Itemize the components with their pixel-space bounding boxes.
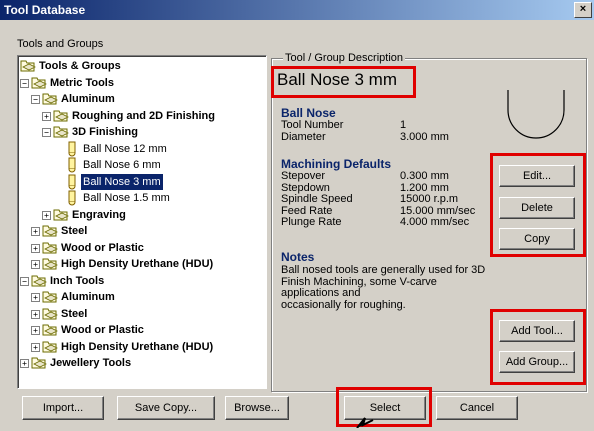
collapse-icon[interactable]: − — [42, 128, 51, 137]
folder-icon — [31, 355, 47, 371]
browse-button[interactable]: Browse... — [225, 396, 289, 420]
tree-node-label: 3D Finishing — [72, 126, 138, 138]
property-label: Stepover — [281, 170, 326, 182]
tree-node-label: Steel — [61, 307, 88, 320]
expand-icon[interactable]: + — [31, 326, 40, 335]
property-value: 15000 r.p.m — [400, 193, 459, 205]
folder-icon — [42, 223, 58, 239]
folder-icon — [42, 322, 58, 338]
notes-line: Ball nosed tools are generally used for … — [281, 264, 486, 276]
save-copy-button[interactable]: Save Copy... — [117, 396, 215, 420]
expand-icon[interactable]: + — [42, 210, 51, 220]
property-value: 1 — [400, 119, 407, 131]
folder-icon — [42, 339, 58, 355]
tree-node-label: Metric Tools — [50, 76, 114, 89]
property-label: Plunge Rate — [281, 216, 342, 228]
property-label: Feed Rate — [281, 204, 333, 217]
collapse-icon[interactable]: − — [20, 276, 29, 286]
tree-node-label: Jewellery Tools — [50, 357, 132, 369]
tool-icon — [64, 174, 80, 190]
folder-icon — [42, 289, 58, 305]
tree-node-label: Roughing and 2D Finishing — [72, 109, 215, 122]
cancel-button[interactable]: Cancel — [436, 396, 518, 420]
folder-icon — [53, 124, 69, 140]
property-value: 0.300 mm — [400, 170, 449, 182]
tool-icon — [64, 141, 80, 157]
machining-defaults-heading: Machining Defaults — [281, 157, 392, 171]
tree-node-label: Wood or Plastic — [61, 324, 144, 336]
close-icon[interactable]: × — [574, 2, 592, 18]
tool-type-heading: Ball Nose — [281, 106, 336, 120]
tree-node-label: High Density Urethane (HDU) — [61, 258, 214, 270]
notes-line: applications and — [281, 287, 361, 299]
expand-icon[interactable]: + — [31, 260, 40, 269]
expand-icon[interactable]: + — [31, 342, 40, 352]
tree-node-label: Ball Nose 6 mm — [83, 159, 161, 171]
tree-node-label: High Density Urethane (HDU) — [61, 340, 214, 353]
tree-node-label: Aluminum — [61, 93, 115, 105]
expand-icon[interactable]: + — [42, 111, 51, 121]
add-buttons-highlight — [490, 309, 586, 385]
tool-tree[interactable]: Tools & Groups − Metric Tools − Aluminum + Rou… — [17, 55, 267, 389]
pointer-arrow-icon — [355, 416, 375, 431]
expand-icon[interactable]: + — [31, 227, 40, 236]
tree-node-label: Ball Nose 12 mm — [83, 142, 167, 155]
tree-node-label: Ball Nose 3 mm — [81, 173, 163, 190]
tree-node-label: Wood or Plastic — [61, 241, 144, 254]
tree-node-label: Steel — [61, 225, 88, 237]
property-label: Tool Number — [281, 119, 344, 131]
folder-icon — [53, 207, 69, 223]
import-button[interactable]: Import... — [22, 396, 104, 420]
notes-heading: Notes — [281, 250, 315, 264]
folder-icon — [42, 256, 58, 272]
expand-icon[interactable]: + — [31, 243, 40, 253]
collapse-icon[interactable]: − — [20, 78, 29, 88]
tree-node-label: Ball Nose 1.5 mm — [83, 192, 170, 204]
property-label: Stepdown — [281, 181, 330, 194]
select-button-highlight — [336, 387, 432, 427]
description-group-label: Tool / Group Description — [283, 52, 405, 64]
collapse-icon[interactable]: − — [31, 95, 40, 104]
tool-name-highlight — [271, 66, 416, 98]
folder-icon — [31, 273, 47, 289]
folder-icon — [42, 306, 58, 322]
tree-node-label: Aluminum — [61, 291, 115, 303]
folder-icon — [20, 58, 36, 74]
tools-groups-label: Tools and Groups — [17, 38, 104, 50]
folder-icon — [31, 75, 47, 91]
property-value: 1.200 mm — [400, 181, 449, 194]
notes-line: Finish Machining, some V-carve — [281, 275, 437, 288]
folder-icon — [42, 240, 58, 256]
expand-icon[interactable]: + — [31, 309, 40, 319]
folder-icon — [42, 91, 58, 107]
property-value: 4.000 mm/sec — [400, 216, 470, 228]
tool-icon — [64, 190, 80, 206]
title-bar: Tool Database × — [0, 0, 594, 20]
tree-node-label: Tools & Groups — [39, 60, 121, 72]
expand-icon[interactable]: + — [31, 293, 40, 302]
window-title: Tool Database — [4, 3, 86, 17]
tool-icon — [64, 157, 80, 173]
notes-line: occasionally for roughing. — [281, 298, 406, 311]
expand-icon[interactable]: + — [20, 359, 29, 368]
tool-profile-icon — [504, 88, 568, 149]
property-label: Spindle Speed — [281, 193, 353, 205]
property-label: Diameter — [281, 130, 326, 143]
property-value: 15.000 mm/sec — [400, 204, 476, 217]
tree-node-label: Engraving — [72, 208, 126, 221]
tree-node-label: Inch Tools — [50, 274, 105, 287]
edit-buttons-highlight — [490, 153, 586, 257]
property-value: 3.000 mm — [400, 130, 449, 143]
folder-icon — [53, 108, 69, 124]
